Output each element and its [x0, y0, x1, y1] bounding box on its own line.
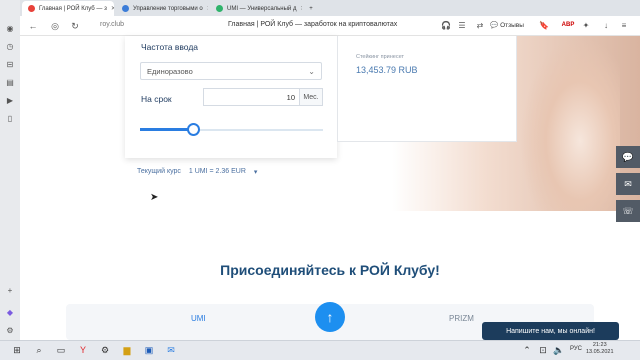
tray-up-icon[interactable]: ⌃: [520, 343, 534, 357]
term-unit: Мес.: [299, 88, 323, 106]
reviews-button[interactable]: 💬 Отзывы: [490, 19, 524, 31]
play-icon[interactable]: ▶: [4, 94, 16, 106]
join-heading: Присоединяйтесь к РОЙ Клубу!: [220, 262, 440, 278]
settings-app-icon[interactable]: ⚙: [98, 343, 112, 357]
page-title: Главная | РОЙ Клуб — заработок на крипто…: [228, 21, 398, 28]
reload-icon[interactable]: ↻: [68, 19, 82, 33]
close-tab-icon[interactable]: ✕: [296, 5, 302, 12]
folder-icon[interactable]: ▆: [120, 343, 134, 357]
close-tab-icon[interactable]: ✕: [107, 5, 114, 12]
hero-photo: [520, 36, 620, 211]
support-widget-icon[interactable]: ☏: [616, 200, 640, 222]
bookmark-list-icon[interactable]: ☰: [456, 19, 468, 31]
yandex-browser-icon[interactable]: Y: [76, 343, 90, 357]
freq-value: Единоразово: [147, 66, 193, 76]
page-favicon-icon: [122, 5, 129, 12]
lock-icon[interactable]: ⊟: [4, 58, 16, 70]
chat-widget-icon[interactable]: 💬: [616, 146, 640, 168]
term-slider-fill: [140, 128, 193, 131]
tab-roy-club[interactable]: Главная | РОЙ Клуб — з ✕: [22, 1, 114, 16]
network-icon[interactable]: ⊡: [536, 343, 550, 357]
back-icon[interactable]: ←: [26, 19, 40, 33]
arrow-up-icon: ↑: [326, 309, 334, 325]
collections-icon[interactable]: ▤: [4, 76, 16, 88]
mail-widget-icon[interactable]: ✉: [616, 173, 640, 195]
shield-icon[interactable]: ◎: [48, 19, 62, 33]
download-icon[interactable]: ↓: [600, 19, 612, 31]
rate-value: 1 UMI = 2.36 EUR: [188, 168, 246, 175]
headphones-icon[interactable]: 🎧: [440, 19, 452, 31]
menu-icon[interactable]: ≡: [618, 19, 630, 31]
start-icon[interactable]: ⊞: [10, 343, 24, 357]
tab-title: Управление торговыми о: [133, 5, 203, 12]
add-panel-icon[interactable]: +: [4, 284, 16, 296]
term-input[interactable]: 10: [203, 88, 299, 106]
scroll-top-button[interactable]: ↑: [315, 302, 345, 332]
freq-select[interactable]: Единоразово ⌄: [140, 62, 322, 80]
term-slider-thumb[interactable]: [187, 123, 200, 136]
close-tab-icon[interactable]: ✕: [203, 5, 208, 12]
stake-label: Стейкинг принесет: [356, 54, 404, 60]
tab-prizm-coin[interactable]: PRIZM: [449, 314, 474, 323]
freq-label: Частота ввода: [141, 42, 199, 52]
language-indicator[interactable]: РУС: [570, 346, 582, 352]
result-card: [337, 36, 517, 142]
mail-icon[interactable]: ✉: [164, 343, 178, 357]
tab-title: Главная | РОЙ Клуб — з: [39, 5, 107, 12]
umi-favicon-icon: [216, 5, 223, 12]
search-icon[interactable]: ⌕: [32, 343, 46, 357]
tab-umi[interactable]: UMI — Универсальный д ✕: [210, 1, 302, 16]
stake-value: 13,453.79 RUB: [356, 65, 418, 75]
volume-icon[interactable]: 🔈: [552, 343, 566, 357]
settings-icon[interactable]: ⚙: [4, 324, 16, 336]
mouse-cursor-icon: ➤: [150, 192, 159, 203]
chat-online-button[interactable]: Напишите нам, мы онлайн!: [482, 322, 619, 340]
clock-icon[interactable]: ◷: [4, 40, 16, 52]
bookmark-icon[interactable]: 🔖: [538, 19, 550, 31]
app-icon[interactable]: ◆: [4, 306, 16, 318]
new-tab-icon[interactable]: +: [304, 1, 318, 16]
note-icon[interactable]: ▯: [4, 112, 16, 124]
reviews-label: Отзывы: [500, 21, 524, 29]
extension-icon[interactable]: ✦: [580, 19, 592, 31]
task-view-icon[interactable]: ▭: [54, 343, 68, 357]
tab-umi-coin[interactable]: UMI: [191, 314, 206, 323]
tab-trading[interactable]: Управление торговыми о ✕: [116, 1, 208, 16]
translate-icon[interactable]: ⇄: [474, 19, 486, 31]
clock-date: 13.05.2021: [586, 349, 614, 355]
tab-title: UMI — Универсальный д: [227, 5, 297, 12]
roy-favicon-icon: [28, 5, 35, 12]
rate-dropdown-icon[interactable]: ▾: [254, 168, 258, 176]
clock-time: 21:23: [592, 342, 607, 348]
rate-label: Текущий курс: [137, 168, 181, 175]
adblock-icon[interactable]: ABP: [562, 19, 575, 31]
rate-row: Текущий курс 1 UMI = 2.36 EUR ▾: [137, 168, 257, 176]
app-window-icon[interactable]: ▣: [142, 343, 156, 357]
url-text[interactable]: roy.club: [100, 21, 124, 28]
alice-icon[interactable]: ◉: [4, 22, 16, 34]
chat-bubble-icon: 💬: [490, 22, 499, 29]
term-label: На срок: [141, 94, 172, 104]
chevron-down-icon: ⌄: [308, 66, 315, 76]
taskbar-clock[interactable]: 21:23 13.05.2021: [586, 342, 614, 356]
